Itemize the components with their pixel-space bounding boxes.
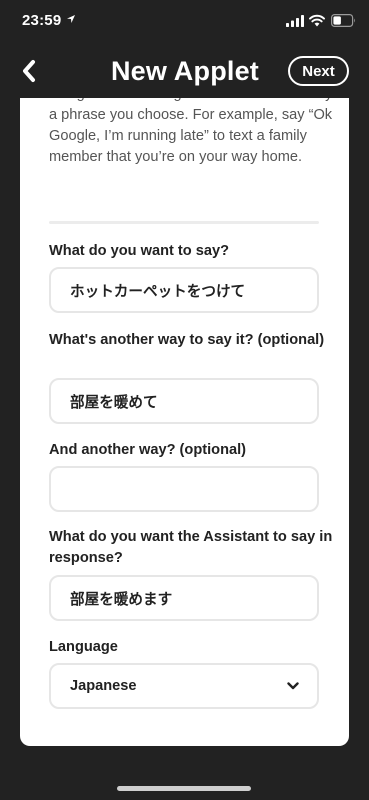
say-label: What do you want to say? <box>49 243 229 259</box>
say-input[interactable]: ホットカーペットをつけて <box>49 267 319 313</box>
response-input[interactable]: 部屋を暖めます <box>49 575 319 621</box>
battery-icon <box>331 14 355 27</box>
home-indicator[interactable] <box>117 786 251 791</box>
page-title: New Applet <box>110 56 259 86</box>
applet-form-card: Google" to the Google Assistant followed… <box>20 98 349 746</box>
say-input-value: ホットカーペットをつけて <box>70 283 246 300</box>
response-input-value: 部屋を暖めます <box>70 591 173 608</box>
back-button[interactable] <box>14 54 44 88</box>
wifi-icon <box>309 14 325 27</box>
location-arrow-icon <box>67 15 75 23</box>
language-selected-value: Japanese <box>70 678 137 694</box>
alt-phrase-2-input[interactable] <box>49 466 319 512</box>
alt-phrase-1-input[interactable]: 部屋を暖めて <box>49 378 319 424</box>
screen: 23:59 New Applet Next a phrase you choos… <box>0 0 369 800</box>
intro-description: Google" to the Google Assistant followed… <box>49 98 333 165</box>
next-button[interactable]: Next <box>288 56 349 86</box>
alt-phrase-2-label: And another way? (optional) <box>49 442 247 458</box>
navigation-bar: New Applet Next <box>0 44 369 98</box>
response-label: What do you want the Assistant to say in… <box>49 529 333 566</box>
language-select[interactable]: Japanese <box>49 663 319 709</box>
alt-phrase-1-label: What's another way to say it? (optional) <box>49 332 325 348</box>
status-time: 23:59 <box>22 12 62 29</box>
chevron-down-icon <box>287 682 299 690</box>
chevron-left-icon <box>23 60 35 82</box>
divider <box>49 221 319 224</box>
language-label: Language <box>49 639 118 655</box>
cellular-signal-icon <box>286 15 304 27</box>
alt-phrase-1-value: 部屋を暖めて <box>70 394 158 411</box>
status-bar: 23:59 <box>0 0 369 44</box>
